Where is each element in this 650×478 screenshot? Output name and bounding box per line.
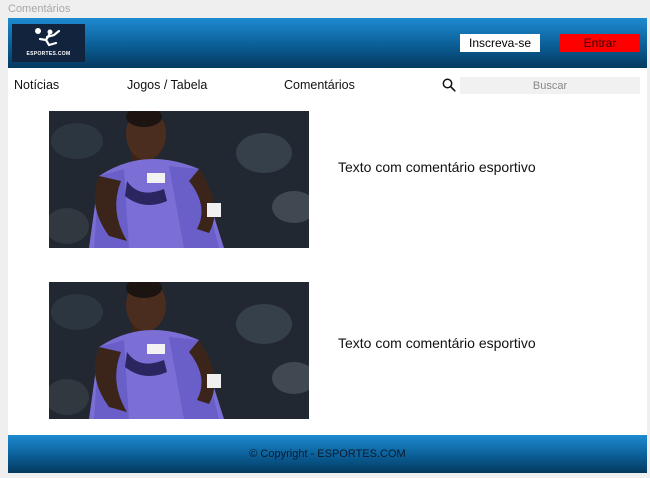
site-logo[interactable]: ESPORTES.COM bbox=[12, 24, 85, 62]
page-frame: ESPORTES.COM Inscreva-se Entrar Notícias… bbox=[8, 18, 647, 473]
post-image[interactable] bbox=[49, 282, 309, 419]
search-icon[interactable] bbox=[442, 78, 456, 97]
post-image[interactable] bbox=[49, 111, 309, 248]
header-bar: ESPORTES.COM Inscreva-se Entrar bbox=[8, 18, 647, 68]
nav-item-jogos-tabela[interactable]: Jogos / Tabela bbox=[127, 78, 207, 92]
logo-text: ESPORTES.COM bbox=[26, 51, 71, 57]
login-button[interactable]: Entrar bbox=[560, 34, 640, 52]
post-comment-text: Texto com comentário esportivo bbox=[338, 159, 536, 175]
footer-bar: © Copyright - ESPORTES.COM bbox=[8, 435, 647, 473]
footer-copyright: © Copyright - ESPORTES.COM bbox=[249, 448, 406, 460]
search-input[interactable] bbox=[460, 77, 640, 94]
frame-label: Comentários bbox=[8, 3, 71, 15]
signup-button[interactable]: Inscreva-se bbox=[460, 34, 540, 52]
post-comment-text: Texto com comentário esportivo bbox=[338, 335, 536, 351]
nav-item-noticias[interactable]: Notícias bbox=[14, 78, 59, 92]
bicycle-kick-icon bbox=[35, 28, 61, 47]
nav-item-comentarios[interactable]: Comentários bbox=[284, 78, 355, 92]
